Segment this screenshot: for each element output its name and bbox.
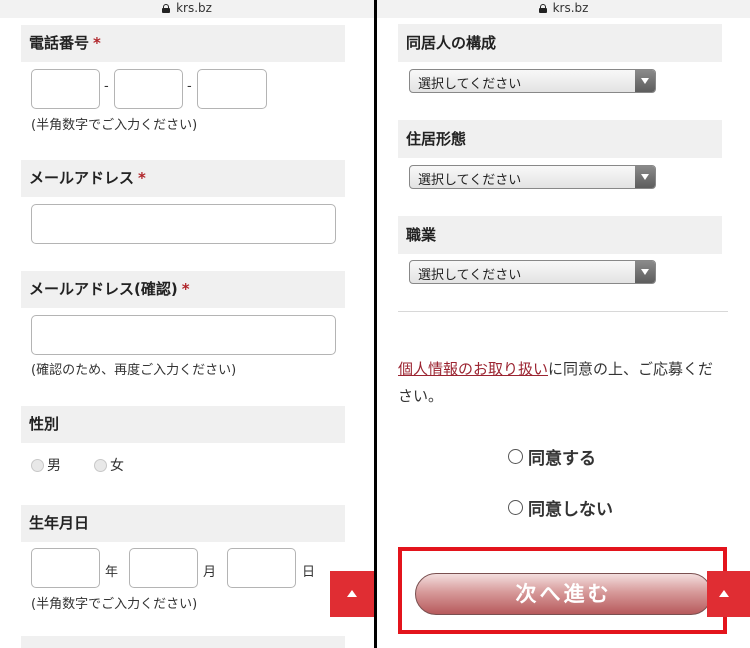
household-select[interactable]: 選択してください: [409, 69, 656, 93]
scroll-top-button[interactable]: [707, 571, 750, 617]
lock-icon: [538, 4, 547, 13]
household-selected: 選択してください: [418, 77, 522, 92]
divider: [398, 311, 728, 312]
right-screenshot: krs.bz 同居人の構成 選択してください 住居形態 選択してください 職業 …: [377, 0, 750, 648]
radio-circle-icon: [508, 500, 523, 515]
occupation-section-header: 職業: [398, 216, 722, 254]
consent-text: 個人情報のお取り扱いに同意の上、ご応募ください。: [398, 356, 728, 410]
phone-note: (半角数字でご入力ください): [31, 118, 198, 133]
phone-field-3[interactable]: [197, 69, 267, 109]
next-button[interactable]: 次へ進む: [415, 573, 712, 615]
residence-label: 住居形態: [406, 130, 467, 148]
birthdate-note: (半角数字でご入力ください): [31, 597, 198, 612]
email-confirm-section-header: メールアドレス(確認) *: [21, 271, 345, 308]
select-arrow-icon: [635, 70, 655, 92]
phone-dash: -: [187, 79, 192, 94]
scroll-top-button[interactable]: [330, 571, 374, 617]
required-marker: *: [181, 280, 190, 298]
address-bar[interactable]: krs.bz: [0, 0, 374, 18]
phone-field-2[interactable]: [114, 69, 183, 109]
left-screenshot: krs.bz 電話番号 * - - (半角数字でご入力ください) メールアドレス *…: [0, 0, 374, 648]
radio-circle-icon: [31, 458, 44, 472]
email-confirm-field[interactable]: [31, 315, 336, 355]
domain-text: krs.bz: [552, 1, 589, 15]
up-arrow-icon: [719, 590, 729, 597]
birthdate-label: 生年月日: [29, 514, 90, 532]
household-section-header: 同居人の構成: [398, 24, 722, 62]
radio-circle-icon: [94, 458, 107, 472]
privacy-policy-link[interactable]: 個人情報のお取り扱い: [398, 360, 548, 378]
email-field[interactable]: [31, 204, 336, 244]
gender-radio-female[interactable]: 女: [94, 455, 124, 475]
phone-label: 電話番号: [29, 34, 90, 52]
month-unit: 月: [203, 565, 217, 580]
day-unit: 日: [302, 565, 316, 580]
phone-field-1[interactable]: [31, 69, 100, 109]
required-marker: *: [138, 169, 146, 187]
select-arrow-icon: [635, 166, 655, 188]
household-label: 同居人の構成: [406, 34, 497, 52]
disagree-label: 同意しない: [528, 500, 613, 520]
phone-dash: -: [104, 79, 109, 94]
select-arrow-icon: [635, 261, 655, 283]
gender-label: 性別: [29, 415, 60, 433]
phone-section-header: 電話番号 *: [21, 25, 345, 62]
residence-selected: 選択してください: [418, 173, 522, 188]
occupation-label: 職業: [406, 226, 437, 244]
required-marker: *: [93, 34, 101, 52]
birth-month-field[interactable]: [129, 548, 198, 588]
radio-label: 女: [110, 458, 124, 474]
agree-radio[interactable]: 同意する: [508, 444, 596, 469]
email-section-header: メールアドレス *: [21, 160, 345, 197]
radio-circle-icon: [508, 449, 523, 464]
birth-year-field[interactable]: [31, 548, 100, 588]
occupation-select[interactable]: 選択してください: [409, 260, 656, 284]
gender-radio-male[interactable]: 男: [31, 455, 61, 475]
domain-text: krs.bz: [176, 1, 212, 15]
up-arrow-icon: [347, 590, 357, 597]
next-section-header: [21, 636, 345, 648]
agree-label: 同意する: [528, 449, 596, 469]
birth-day-field[interactable]: [227, 548, 296, 588]
lock-icon: [162, 4, 171, 13]
residence-select[interactable]: 選択してください: [409, 165, 656, 189]
birthdate-section-header: 生年月日: [21, 505, 345, 542]
email-confirm-label: メールアドレス(確認): [29, 280, 178, 298]
email-confirm-note: (確認のため、再度ご入力ください): [31, 363, 237, 378]
residence-section-header: 住居形態: [398, 120, 722, 158]
gender-section-header: 性別: [21, 406, 345, 443]
radio-label: 男: [47, 458, 61, 474]
email-label: メールアドレス: [29, 169, 135, 187]
disagree-radio[interactable]: 同意しない: [508, 495, 613, 520]
address-bar[interactable]: krs.bz: [377, 0, 750, 18]
year-unit: 年: [105, 565, 119, 580]
occupation-selected: 選択してください: [418, 268, 522, 283]
